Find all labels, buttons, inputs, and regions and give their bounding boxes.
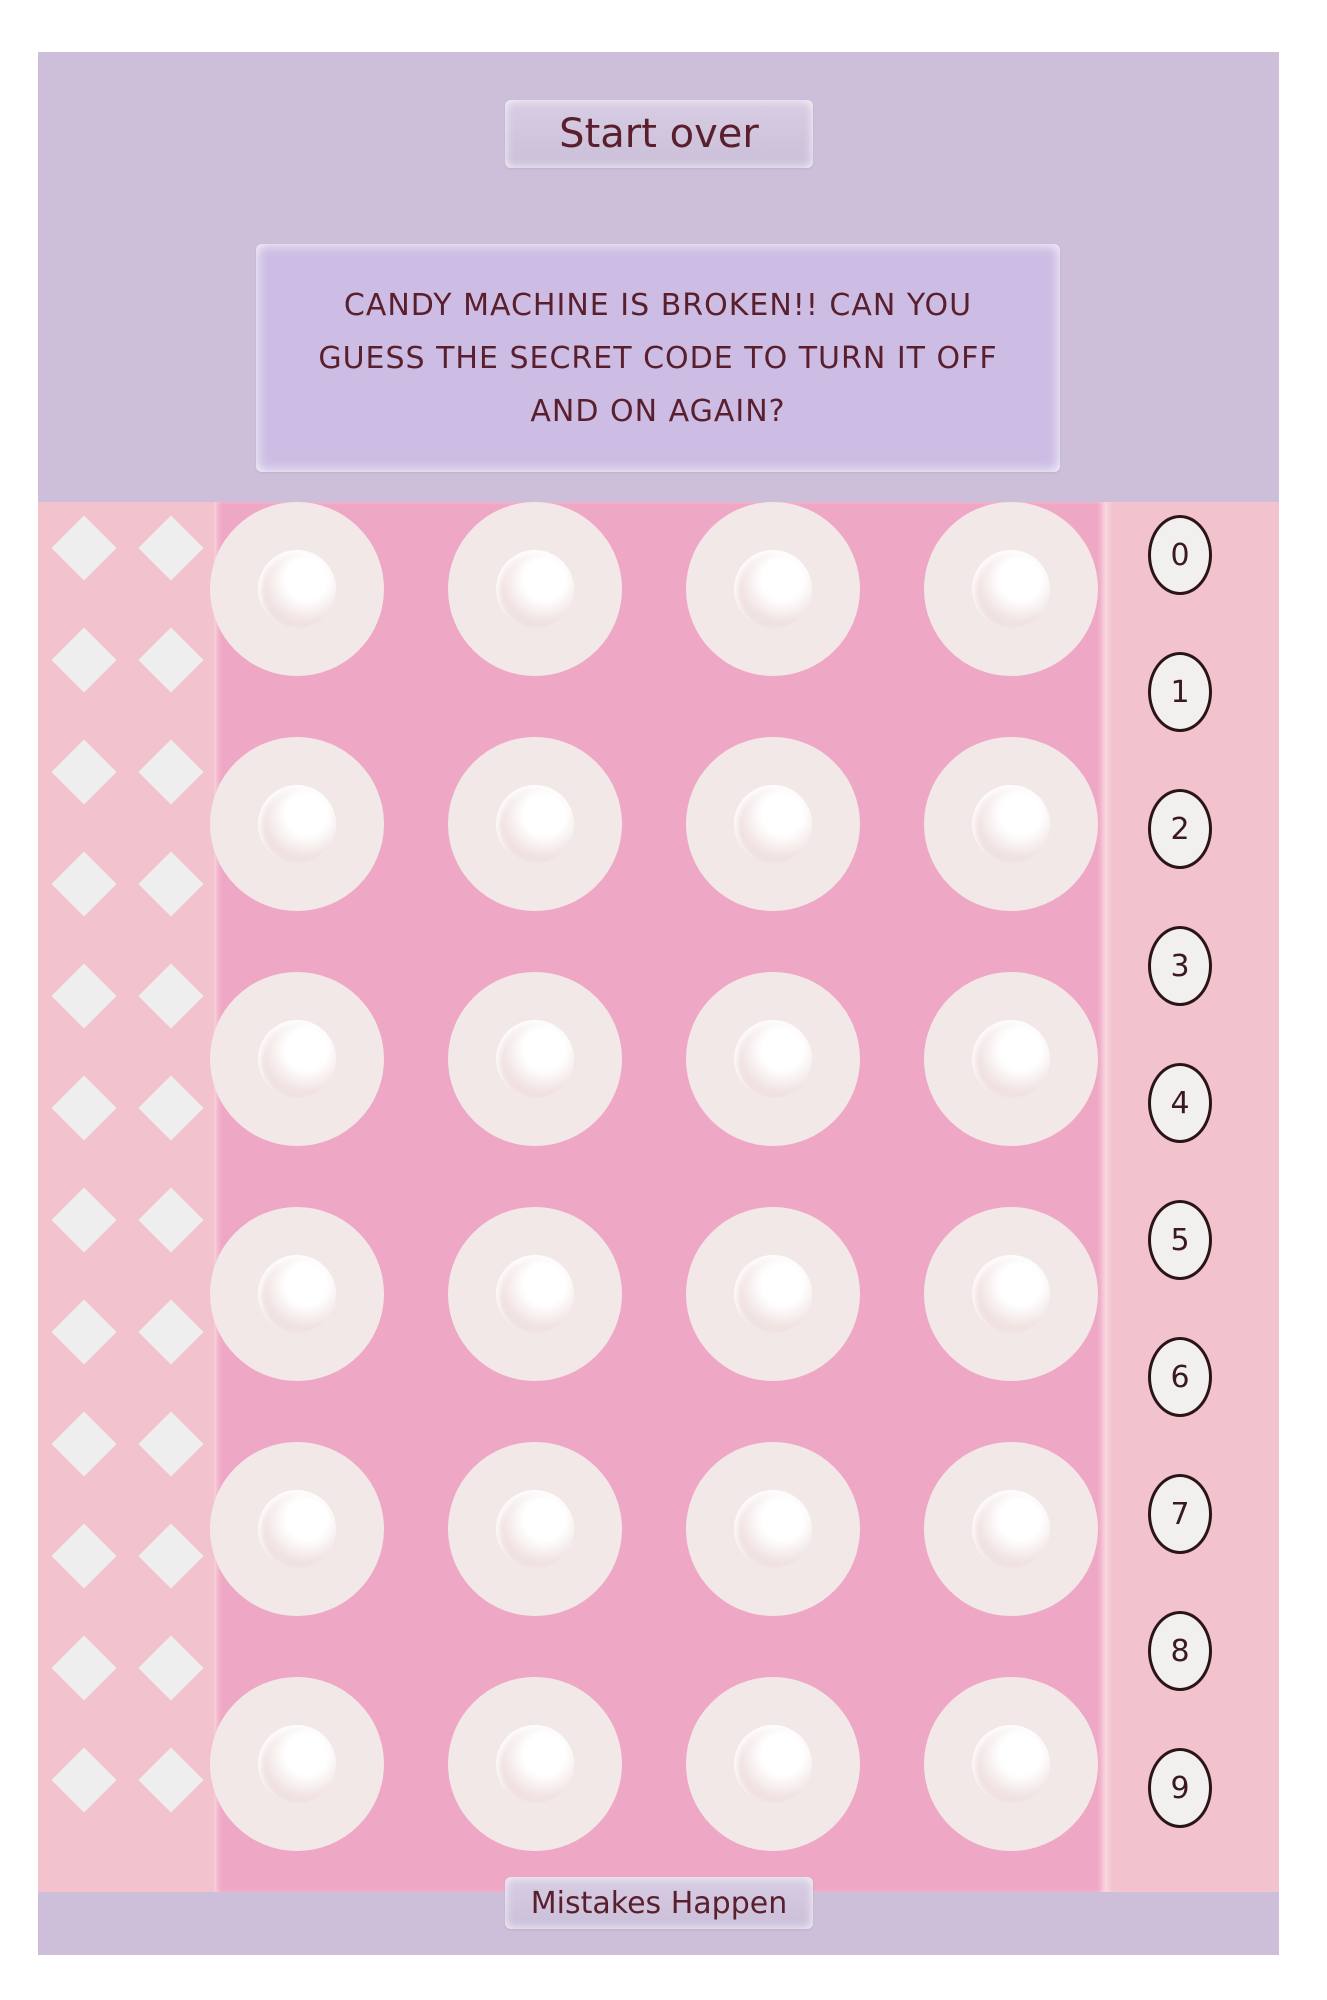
digit-button-3[interactable]: 3 (1148, 926, 1212, 1006)
mistakes-happen-button[interactable]: Mistakes Happen (505, 1877, 813, 1929)
feedback-peg (138, 1299, 204, 1365)
candy-slot-highlight (258, 1725, 336, 1803)
guess-slot (924, 1207, 1098, 1381)
digit-button-4[interactable]: 4 (1148, 1063, 1212, 1143)
feedback-peg (51, 1187, 117, 1253)
digit-button-1[interactable]: 1 (1148, 652, 1212, 732)
feedback-peg (138, 627, 204, 693)
candy-slot-highlight (972, 785, 1050, 863)
left-feedback-panel (38, 502, 214, 1892)
feedback-peg (138, 1635, 204, 1701)
feedback-peg (51, 851, 117, 917)
candy-slot-highlight (258, 550, 336, 628)
feedback-peg (138, 739, 204, 805)
candy-slot-highlight (258, 1490, 336, 1568)
feedback-peg (51, 739, 117, 805)
start-over-button[interactable]: Start over (505, 100, 813, 168)
candy-slot-highlight (496, 1255, 574, 1333)
guess-slot (924, 972, 1098, 1146)
feedback-peg (51, 963, 117, 1029)
candy-slot-highlight (496, 1490, 574, 1568)
candy-slot-highlight (496, 1725, 574, 1803)
feedback-peg (138, 515, 204, 581)
guess-slot (448, 1207, 622, 1381)
candy-slot-highlight (734, 1490, 812, 1568)
guess-slot (210, 737, 384, 911)
digit-button-8[interactable]: 8 (1148, 1611, 1212, 1691)
feedback-peg (138, 1411, 204, 1477)
guess-slot (448, 972, 622, 1146)
candy-machine: Start over CANDY MACHINE IS BROKEN!! CAN… (38, 52, 1279, 1955)
digit-button-7[interactable]: 7 (1148, 1474, 1212, 1554)
candy-slot-highlight (258, 1255, 336, 1333)
candy-slot-highlight (496, 550, 574, 628)
guess-slot (686, 972, 860, 1146)
candy-slot-highlight (972, 1725, 1050, 1803)
candy-slot-highlight (972, 1255, 1050, 1333)
candy-slot-highlight (734, 550, 812, 628)
feedback-peg (51, 1299, 117, 1365)
guess-slot (686, 502, 860, 676)
digit-button-0[interactable]: 0 (1148, 515, 1212, 595)
candy-slot-highlight (496, 1020, 574, 1098)
guess-slot (448, 1442, 622, 1616)
guess-slot (210, 1442, 384, 1616)
feedback-peg (138, 1523, 204, 1589)
candy-slot-highlight (734, 785, 812, 863)
digit-button-6[interactable]: 6 (1148, 1337, 1212, 1417)
feedback-peg (51, 1635, 117, 1701)
feedback-peg (138, 1747, 204, 1813)
guess-slot (924, 1677, 1098, 1851)
guess-slot (686, 737, 860, 911)
candy-slot-highlight (496, 785, 574, 863)
digit-button-5[interactable]: 5 (1148, 1200, 1212, 1280)
candy-slot-highlight (972, 1490, 1050, 1568)
guess-slot (448, 1677, 622, 1851)
guess-board (210, 502, 1105, 1892)
feedback-peg (138, 1075, 204, 1141)
feedback-peg (51, 515, 117, 581)
feedback-peg (51, 1411, 117, 1477)
guess-slot (924, 737, 1098, 911)
guess-slot (210, 972, 384, 1146)
feedback-peg (138, 963, 204, 1029)
guess-slot (686, 1207, 860, 1381)
guess-slot (924, 502, 1098, 676)
guess-slot (448, 737, 622, 911)
guess-slot (448, 502, 622, 676)
guess-slot (686, 1677, 860, 1851)
candy-slot-highlight (258, 785, 336, 863)
candy-slot-highlight (734, 1725, 812, 1803)
feedback-peg (51, 1747, 117, 1813)
candy-slot-highlight (972, 550, 1050, 628)
message-box: CANDY MACHINE IS BROKEN!! CAN YOU GUESS … (256, 244, 1060, 472)
candy-slot-highlight (258, 1020, 336, 1098)
candy-slot-highlight (972, 1020, 1050, 1098)
feedback-peg (51, 627, 117, 693)
digit-button-9[interactable]: 9 (1148, 1748, 1212, 1828)
guess-slot (210, 1677, 384, 1851)
message-text: CANDY MACHINE IS BROKEN!! CAN YOU GUESS … (318, 287, 998, 429)
guess-slot (210, 1207, 384, 1381)
feedback-peg (51, 1523, 117, 1589)
feedback-peg (51, 1075, 117, 1141)
candy-slot-highlight (734, 1255, 812, 1333)
candy-slot-highlight (734, 1020, 812, 1098)
guess-slot (686, 1442, 860, 1616)
guess-slot (924, 1442, 1098, 1616)
digit-button-2[interactable]: 2 (1148, 789, 1212, 869)
feedback-peg (138, 1187, 204, 1253)
feedback-peg (138, 851, 204, 917)
guess-slot (210, 502, 384, 676)
